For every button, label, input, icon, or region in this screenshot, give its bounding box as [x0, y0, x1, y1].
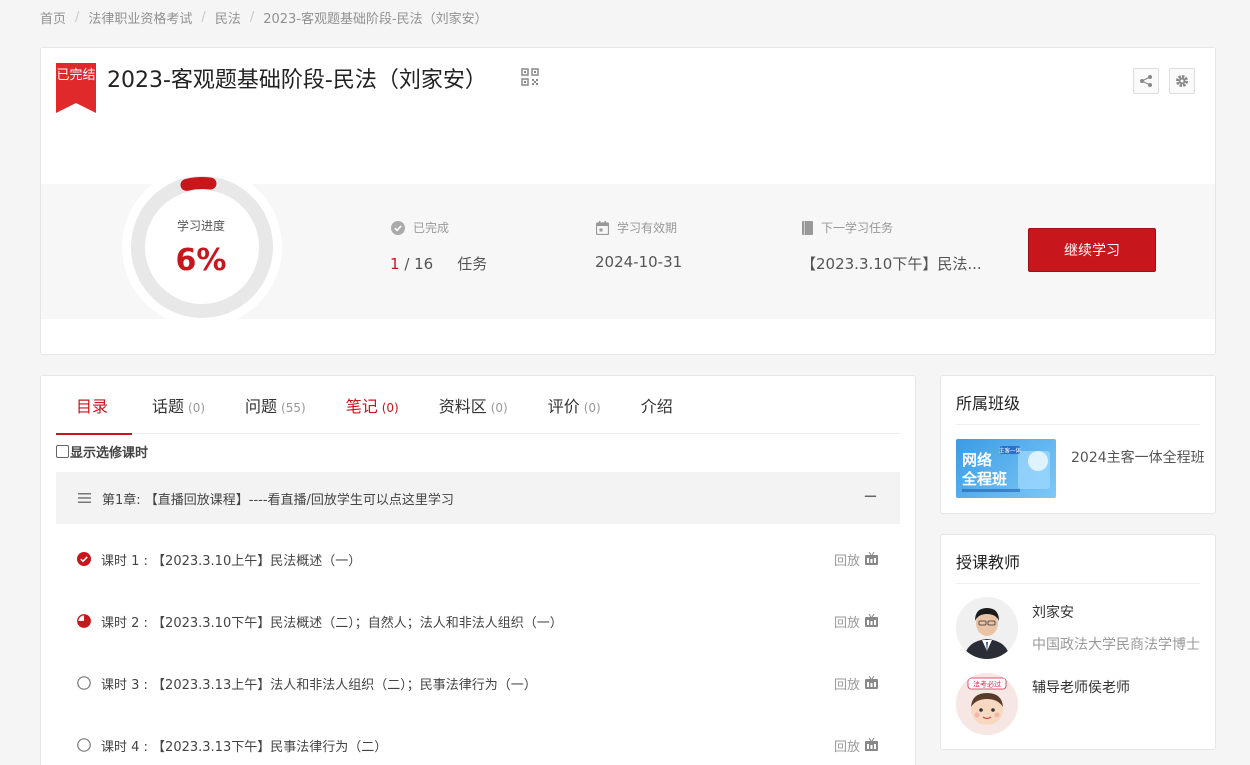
tv-icon	[865, 738, 878, 751]
breadcrumb-separator: /	[201, 10, 206, 25]
class-name-link[interactable]: 2024主客一体全程班	[1071, 448, 1211, 469]
status-ribbon: 已完结	[56, 63, 96, 113]
lesson-title: 课时 4 : 【2023.3.13下午】民事法律行为（二）	[101, 739, 388, 755]
tab-label: 资料区	[438, 397, 487, 416]
course-title: 2023-客观题基础阶段-民法（刘家安）	[107, 68, 487, 93]
teacher-avatar[interactable]	[956, 597, 1018, 659]
tab-count: (0)	[188, 401, 206, 415]
lesson-item[interactable]: 课时 2 : 【2023.3.10下午】民法概述（二）；自然人；法人和非法人组织…	[56, 601, 900, 641]
lesson-title: 课时 2 : 【2023.3.10下午】民法概述（二）；自然人；法人和非法人组织…	[101, 615, 563, 631]
tv-icon	[865, 552, 878, 565]
breadcrumb: 首页 / 法律职业资格考试 / 民法 / 2023-客观题基础阶段-民法（刘家安…	[40, 8, 488, 27]
gear-icon	[1176, 75, 1188, 87]
teacher-title: 中国政法大学民商法学博士	[1032, 637, 1200, 653]
tab-count: (0)	[490, 401, 508, 415]
next-task-value[interactable]: 【2023.3.10下午】民法...	[801, 253, 982, 274]
teacher-name[interactable]: 刘家安	[1032, 602, 1074, 622]
chapter-header[interactable]: 第1章: 【直播回放课程】----看直播/回放学生可以点这里学习 −	[56, 472, 900, 524]
tab-materials[interactable]: 资料区 (0)	[419, 376, 528, 434]
tab-count: (0)	[381, 401, 399, 415]
show-elective-checkbox[interactable]: 显示选修课时	[56, 442, 148, 461]
breadcrumb-separator: /	[249, 10, 255, 25]
tab-bar: 目录 话题 (0) 问题 (55) 笔记 (0) 资料区 (0) 评价 (0) 介绍	[56, 376, 900, 435]
tab-label: 问题	[245, 397, 278, 416]
tab-count: (0)	[583, 401, 601, 415]
tab-topics[interactable]: 话题 (0)	[132, 376, 225, 434]
lesson-item[interactable]: 课时 4 : 【2023.3.13下午】民事法律行为（二） 回放	[56, 725, 900, 765]
lesson-title: 课时 3 : 【2023.3.13上午】法人和非法人组织（二）；民事法律行为（一…	[101, 677, 537, 693]
avatar-banner-text: 法考必过	[973, 680, 1001, 689]
tab-count: (55)	[281, 401, 306, 415]
tv-icon	[865, 676, 878, 689]
thumb-text-bottom: 全程班	[961, 470, 1007, 488]
menu-lines-icon	[78, 493, 91, 503]
progress-value: 6%	[175, 243, 227, 278]
tutor-name[interactable]: 辅导老师侯老师	[1032, 677, 1130, 697]
lesson-title: 课时 1 : 【2023.3.10上午】民法概述（一）	[101, 553, 362, 569]
validity-value: 2024-10-31	[595, 253, 683, 271]
teacher-section-title: 授课教师	[956, 553, 1021, 572]
tab-label: 话题	[152, 397, 185, 416]
divider	[956, 424, 1200, 425]
lesson-not-started-icon	[77, 676, 91, 690]
class-thumbnail[interactable]: 主客一体 网络 全程班	[956, 439, 1056, 498]
course-header-card: 已完结 2023-客观题基础阶段-民法（刘家安） 学习进度 6% 已完成 1 /…	[40, 47, 1216, 355]
breadcrumb-separator: /	[75, 10, 80, 25]
divider	[956, 583, 1200, 584]
book-icon	[802, 220, 813, 235]
completed-label: 已完成	[413, 221, 450, 235]
lesson-not-started-icon	[77, 738, 91, 752]
continue-learning-button[interactable]: 继续学习	[1028, 228, 1156, 272]
tutor-avatar[interactable]: 法考必过	[956, 673, 1018, 735]
qr-code-icon[interactable]	[521, 68, 539, 86]
share-button[interactable]	[1133, 68, 1159, 94]
next-task-label: 下一学习任务	[821, 221, 894, 235]
replay-link[interactable]: 回放	[834, 550, 860, 569]
tab-label: 目录	[76, 397, 109, 416]
replay-link[interactable]: 回放	[834, 612, 860, 631]
completed-label-group: 已完成	[391, 219, 449, 236]
tab-intro[interactable]: 介绍	[621, 376, 697, 434]
check-circle-icon	[391, 220, 405, 235]
tab-label: 笔记	[345, 397, 378, 416]
tab-label: 评价	[547, 397, 580, 416]
tab-reviews[interactable]: 评价 (0)	[528, 376, 621, 434]
collapse-icon[interactable]: −	[863, 486, 878, 507]
tv-icon	[865, 614, 878, 627]
replay-link[interactable]: 回放	[834, 736, 860, 755]
thumb-text-top: 网络	[962, 451, 992, 469]
completed-unit: 任务	[457, 255, 488, 273]
class-card: 所属班级 主客一体 网络 全程班 2024主客一体全程班	[940, 375, 1216, 514]
teacher-card: 授课教师 刘家安 中国政法大学民商法学博士 法考必过 辅导老师侯老师	[940, 534, 1216, 750]
breadcrumb-home[interactable]: 首页	[40, 8, 66, 27]
show-elective-label: 显示选修课时	[70, 446, 149, 461]
breadcrumb-exam[interactable]: 法律职业资格考试	[88, 8, 192, 27]
validity-label-group: 学习有效期	[596, 219, 677, 236]
breadcrumb-current: 2023-客观题基础阶段-民法（刘家安）	[263, 12, 488, 27]
checkbox-box[interactable]	[56, 445, 69, 458]
validity-label: 学习有效期	[617, 221, 678, 235]
progress-label: 学习进度	[176, 219, 225, 233]
tab-catalog[interactable]: 目录	[56, 376, 133, 435]
replay-link[interactable]: 回放	[834, 674, 860, 693]
completed-done: 1	[390, 255, 400, 273]
chapter-title: 第1章: 【直播回放课程】----看直播/回放学生可以点这里学习	[102, 492, 454, 508]
lesson-completed-icon	[77, 552, 91, 566]
calendar-icon	[596, 220, 609, 235]
lesson-in-progress-icon	[77, 614, 91, 628]
completed-total: / 16	[399, 255, 434, 273]
breadcrumb-civil-law[interactable]: 民法	[215, 8, 241, 27]
share-icon	[1140, 75, 1152, 87]
tab-label: 介绍	[640, 397, 673, 416]
next-task-label-group: 下一学习任务	[802, 219, 893, 236]
settings-button[interactable]	[1169, 68, 1195, 94]
completed-value: 1 / 16 任务	[390, 253, 487, 274]
tab-notes[interactable]: 笔记 (0)	[326, 376, 419, 434]
thumb-badge: 主客一体	[999, 447, 1022, 455]
course-content-card: 目录 话题 (0) 问题 (55) 笔记 (0) 资料区 (0) 评价 (0) 介绍 显示…	[40, 375, 916, 765]
lesson-item[interactable]: 课时 1 : 【2023.3.10上午】民法概述（一） 回放	[56, 539, 900, 579]
lesson-item[interactable]: 课时 3 : 【2023.3.13上午】法人和非法人组织（二）；民事法律行为（一…	[56, 663, 900, 703]
class-section-title: 所属班级	[956, 394, 1021, 413]
tab-questions[interactable]: 问题 (55)	[225, 376, 326, 434]
